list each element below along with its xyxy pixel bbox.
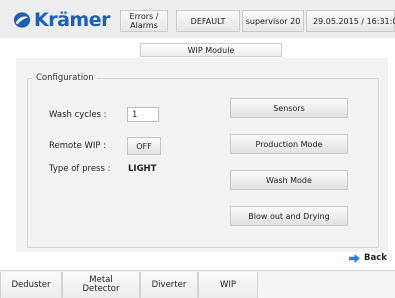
datetime-text: 29.05.2015 / 16:31:03 <box>313 16 395 26</box>
configuration-legend: Configuration <box>33 73 97 83</box>
tab-label: Deduster <box>11 279 51 290</box>
back-button[interactable]: Back <box>349 252 387 264</box>
sensors-button[interactable]: Sensors <box>230 98 348 118</box>
errors-label-line1: Errors / <box>129 12 159 21</box>
back-label: Back <box>364 253 387 263</box>
profile-label: DEFAULT <box>190 16 226 26</box>
wash-mode-label: Wash Mode <box>266 175 312 185</box>
tab-label: Diverter <box>151 279 187 290</box>
tab-deduster[interactable]: Deduster <box>0 272 62 298</box>
user-label: supervisor 20 <box>245 16 301 26</box>
production-mode-button[interactable]: Production Mode <box>230 134 348 154</box>
module-title-text: WIP Module <box>187 45 235 55</box>
datetime-display: 29.05.2015 / 16:31:03 <box>306 10 395 32</box>
remote-wip-toggle[interactable]: OFF <box>127 137 161 155</box>
arrow-right-icon <box>349 253 360 263</box>
wash-mode-button[interactable]: Wash Mode <box>230 170 348 190</box>
user-button[interactable]: supervisor 20 <box>242 10 304 32</box>
profile-button[interactable]: DEFAULT <box>176 10 240 32</box>
tab-label: WIP <box>219 279 237 290</box>
errors-label-line2: Alarms <box>130 21 158 30</box>
kramer-logo-icon <box>13 12 31 28</box>
wash-cycles-input[interactable] <box>127 107 159 122</box>
production-mode-label: Production Mode <box>255 139 323 149</box>
remote-wip-label: Remote WIP : <box>49 141 107 151</box>
press-type-value: LIGHT <box>128 164 157 174</box>
wash-cycles-label: Wash cycles : <box>49 110 107 120</box>
tab-wip[interactable]: WIP <box>198 272 258 298</box>
tab-label-line2: Detector <box>82 284 120 294</box>
tab-diverter[interactable]: Diverter <box>140 272 198 298</box>
press-type-label: Type of press : <box>49 164 111 174</box>
tab-metal-detector[interactable]: Metal Detector <box>62 272 140 298</box>
brand-logo: Krämer <box>13 8 110 32</box>
errors-alarms-button[interactable]: Errors / Alarms <box>120 10 168 32</box>
blow-out-drying-button[interactable]: Blow out and Drying <box>230 206 348 226</box>
module-title: WIP Module <box>140 43 282 57</box>
sensors-label: Sensors <box>273 103 305 113</box>
brand-name: Krämer <box>34 9 110 31</box>
remote-wip-state: OFF <box>136 141 152 151</box>
blow-out-drying-label: Blow out and Drying <box>248 211 330 221</box>
